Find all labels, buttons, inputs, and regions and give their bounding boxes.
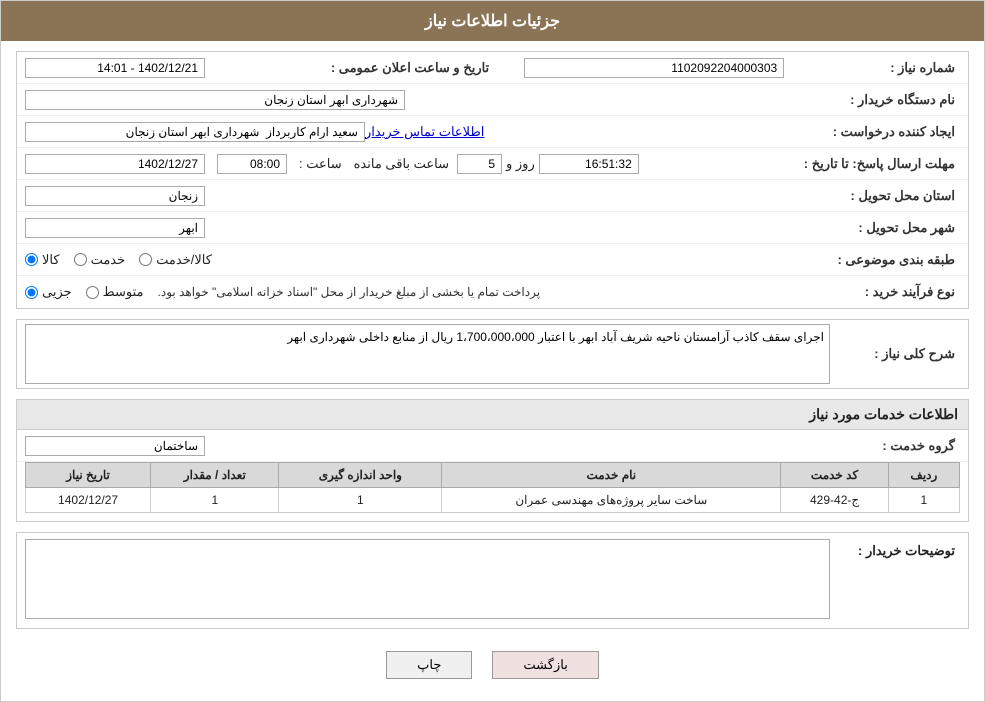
need-number-label: شماره نیاز : [830, 60, 960, 76]
need-number-value-cell [524, 58, 830, 78]
province-value-cell [25, 186, 830, 206]
deadline-label: مهلت ارسال پاسخ: تا تاریخ : [804, 156, 960, 172]
page-title: جزئیات اطلاعات نیاز [425, 13, 560, 30]
process-jazei-radio[interactable] [25, 286, 38, 299]
city-label: شهر محل تحویل : [830, 220, 960, 236]
col-need-date: تاریخ نیاز [26, 463, 151, 488]
category-kala-item: کالا [25, 252, 60, 268]
col-service-name: نام خدمت [442, 463, 781, 488]
buyer-notes-value [25, 539, 830, 622]
announce-value-cell [25, 58, 331, 78]
deadline-time-input[interactable] [217, 154, 287, 174]
col-unit: واحد اندازه گیری [279, 463, 442, 488]
category-kala-label: کالا [42, 252, 60, 268]
category-kala-khadamat-item: کالا/خدمت [139, 252, 212, 268]
process-mutavasset-label: متوسط [103, 284, 144, 300]
remaining-day-label: روز و [506, 156, 535, 172]
col-quantity: تعداد / مقدار [151, 463, 279, 488]
buyer-notes-section: توضیحات خریدار : [16, 532, 969, 629]
need-desc-textarea[interactable] [25, 324, 830, 384]
category-khadamat-label: خدمت [91, 252, 126, 268]
services-section: گروه خدمت : ردیف کد خدمت نام خدمت واحد ا… [16, 429, 969, 522]
city-input[interactable] [25, 218, 205, 238]
buyer-notes-row: توضیحات خریدار : [17, 533, 968, 628]
category-label: طبقه بندی موضوعی : [830, 252, 960, 268]
province-row: استان محل تحویل : [17, 180, 968, 212]
category-value-cell: کالا/خدمت خدمت کالا [25, 252, 830, 268]
buyer-value-cell [25, 90, 830, 110]
services-table: ردیف کد خدمت نام خدمت واحد اندازه گیری ت… [25, 462, 960, 513]
group-service-row: گروه خدمت : [17, 430, 968, 462]
category-kala-radio[interactable] [25, 253, 38, 266]
main-form: شماره نیاز : تاریخ و ساعت اعلان عمومی : … [16, 51, 969, 309]
process-jazei-item: جزیی [25, 284, 72, 300]
category-row: طبقه بندی موضوعی : کالا/خدمت خدمت کالا [17, 244, 968, 276]
group-service-input[interactable] [25, 436, 205, 456]
need-number-input[interactable] [524, 58, 784, 78]
remaining-days-input[interactable] [457, 154, 502, 174]
remaining-time-input[interactable] [539, 154, 639, 174]
deadline-date-input[interactable] [25, 154, 205, 174]
creator-label: ایجاد کننده درخواست : [830, 124, 960, 140]
contact-link[interactable]: اطلاعات تماس خریدار [365, 124, 484, 140]
city-value-cell [25, 218, 830, 238]
deadline-row: مهلت ارسال پاسخ: تا تاریخ : روز و ساعت ب… [17, 148, 968, 180]
process-mutavasset-radio[interactable] [86, 286, 99, 299]
need-desc-section: شرح کلی نیاز : [16, 319, 969, 389]
table-row: 1ج-42-429ساخت سایر پروژه‌های مهندسی عمرا… [26, 488, 960, 513]
need-number-row: شماره نیاز : تاریخ و ساعت اعلان عمومی : [17, 52, 968, 84]
process-desc: پرداخت تمام یا بخشی از مبلغ خریدار از مح… [158, 285, 541, 299]
buyer-input[interactable] [25, 90, 405, 110]
group-service-value-cell [25, 436, 830, 456]
creator-value-cell: اطلاعات تماس خریدار [25, 122, 830, 142]
need-desc-label: شرح کلی نیاز : [830, 346, 960, 362]
page-header: جزئیات اطلاعات نیاز [1, 1, 984, 41]
category-khadamat-item: خدمت [74, 252, 126, 268]
category-khadamat-radio[interactable] [74, 253, 87, 266]
category-kala-khadamat-radio[interactable] [139, 253, 152, 266]
services-section-title: اطلاعات خدمات مورد نیاز [16, 399, 969, 429]
col-service-code: کد خدمت [781, 463, 888, 488]
creator-input[interactable] [25, 122, 365, 142]
announce-input[interactable] [25, 58, 205, 78]
process-value-cell: پرداخت تمام یا بخشی از مبلغ خریدار از مح… [25, 284, 830, 300]
back-button[interactable]: بازگشت [492, 651, 598, 679]
services-table-body: 1ج-42-429ساخت سایر پروژه‌های مهندسی عمرا… [26, 488, 960, 513]
announce-label: تاریخ و ساعت اعلان عمومی : [331, 60, 494, 76]
city-row: شهر محل تحویل : [17, 212, 968, 244]
buttons-row: بازگشت چاپ [16, 639, 969, 691]
creator-row: ایجاد کننده درخواست : اطلاعات تماس خریدا… [17, 116, 968, 148]
process-label: نوع فرآیند خرید : [830, 284, 960, 300]
remaining-suffix: ساعت باقی مانده [354, 156, 449, 172]
category-kala-khadamat-label: کالا/خدمت [156, 252, 212, 268]
buyer-notes-textarea[interactable] [25, 539, 830, 619]
services-table-wrapper: ردیف کد خدمت نام خدمت واحد اندازه گیری ت… [17, 462, 968, 521]
group-service-label: گروه خدمت : [830, 438, 960, 454]
buyer-notes-label: توضیحات خریدار : [830, 539, 960, 559]
process-row: نوع فرآیند خرید : پرداخت تمام یا بخشی از… [17, 276, 968, 308]
deadline-time-label: ساعت : [299, 156, 342, 172]
need-desc-value-cell [25, 324, 830, 384]
process-radio-group: پرداخت تمام یا بخشی از مبلغ خریدار از مح… [25, 284, 540, 300]
remaining-row: روز و ساعت باقی مانده ساعت : [25, 154, 639, 174]
buyer-row: نام دستگاه خریدار : [17, 84, 968, 116]
col-row-num: ردیف [888, 463, 959, 488]
province-input[interactable] [25, 186, 205, 206]
table-header-row: ردیف کد خدمت نام خدمت واحد اندازه گیری ت… [26, 463, 960, 488]
category-radio-group: کالا/خدمت خدمت کالا [25, 252, 212, 268]
province-label: استان محل تحویل : [830, 188, 960, 204]
process-mutavasset-item: متوسط [86, 284, 144, 300]
print-button[interactable]: چاپ [386, 651, 472, 679]
process-jazei-label: جزیی [42, 284, 72, 300]
deadline-value-cell: روز و ساعت باقی مانده ساعت : [25, 154, 804, 174]
buyer-label: نام دستگاه خریدار : [830, 92, 960, 108]
need-desc-row: شرح کلی نیاز : [17, 320, 968, 388]
